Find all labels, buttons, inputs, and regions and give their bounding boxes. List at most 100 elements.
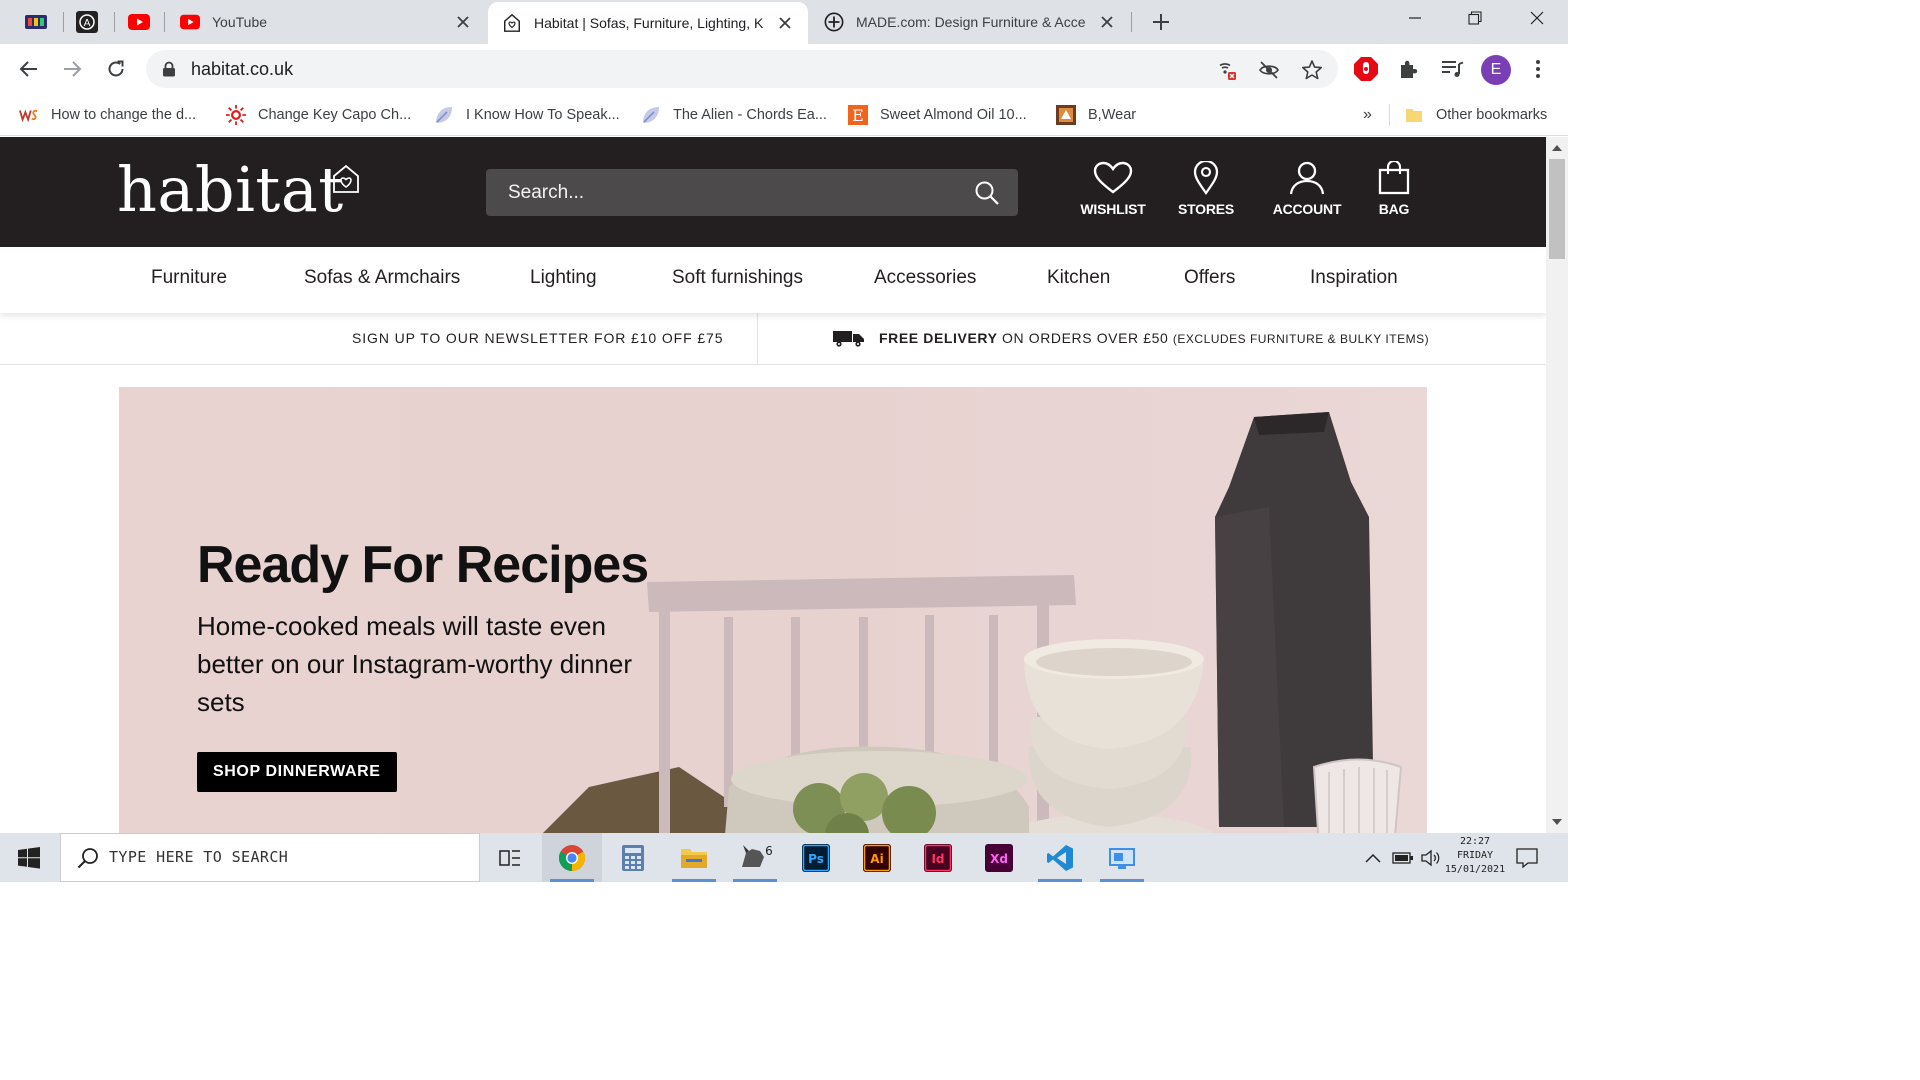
system-clock[interactable]: 22:27 FRIDAY 15/01/2021: [1440, 835, 1510, 877]
pinned-tab[interactable]: [119, 8, 159, 36]
xd-icon: Xd: [985, 843, 1013, 872]
cast-blocked-icon[interactable]: [1214, 58, 1238, 82]
site-search: [486, 169, 1018, 216]
etsy-e-icon: E: [848, 105, 868, 125]
bookmark-star-icon[interactable]: [1300, 58, 1324, 82]
nav-sofas-armchairs[interactable]: Sofas & Armchairs: [304, 267, 460, 289]
tab-strip: A YouTube Habitat | Sofas, Furniture, Li…: [0, 0, 1568, 44]
battery-status[interactable]: [1390, 845, 1416, 871]
newsletter-promo-link[interactable]: SIGN UP TO OUR NEWSLETTER FOR £10 OFF £7…: [352, 330, 723, 346]
taskbar-file-explorer[interactable]: [664, 833, 724, 882]
scroll-up-arrow-icon[interactable]: [1546, 139, 1568, 157]
task-view-icon: [499, 849, 520, 866]
nav-lighting[interactable]: Lighting: [530, 267, 597, 289]
nav-soft-furnishings[interactable]: Soft furnishings: [672, 267, 803, 289]
stores-link[interactable]: STORES: [1177, 161, 1235, 217]
chrome-menu-icon[interactable]: [1525, 56, 1551, 82]
bookmarks-bar: How to change the d... Change Key Capo C…: [0, 94, 1568, 136]
windows-taskbar: TYPE HERE TO SEARCH 6 Ps Ai Id Xd 22:27 …: [0, 833, 1568, 882]
nav-kitchen[interactable]: Kitchen: [1047, 267, 1110, 289]
taskbar-search-placeholder: TYPE HERE TO SEARCH: [109, 848, 289, 866]
nav-inspiration[interactable]: Inspiration: [1310, 267, 1398, 289]
pinned-tab[interactable]: [16, 8, 56, 36]
nav-furniture[interactable]: Furniture: [151, 267, 227, 289]
taskbar-rhino[interactable]: 6: [725, 833, 785, 882]
new-tab-button[interactable]: [1147, 8, 1175, 36]
task-view-button[interactable]: [480, 833, 540, 882]
media-queue-icon[interactable]: [1439, 56, 1465, 82]
ws-logo-icon: [19, 109, 38, 122]
tab-habitat[interactable]: Habitat | Sofas, Furniture, Lighting, K: [488, 2, 808, 44]
habitat-house-logo-icon: [333, 164, 359, 193]
minimize-button[interactable]: [1384, 0, 1446, 36]
address-bar[interactable]: habitat.co.uk: [146, 50, 1338, 88]
forward-button[interactable]: [56, 53, 88, 85]
indesign-icon: Id: [924, 843, 952, 872]
taskbar-xd[interactable]: Xd: [969, 833, 1029, 882]
bag-label: BAG: [1378, 201, 1410, 217]
svg-text:A: A: [84, 18, 91, 29]
bookmark-item[interactable]: Change Key Capo Ch...: [226, 102, 411, 128]
reload-button[interactable]: [100, 53, 132, 85]
action-center-button[interactable]: [1514, 845, 1540, 871]
search-input[interactable]: [486, 169, 966, 216]
profile-avatar[interactable]: E: [1481, 55, 1511, 85]
nav-offers[interactable]: Offers: [1184, 267, 1235, 289]
taskbar-illustrator[interactable]: Ai: [847, 833, 907, 882]
bookmark-item[interactable]: E Sweet Almond Oil 10...: [848, 102, 1027, 128]
account-link[interactable]: ACCOUNT: [1273, 161, 1341, 217]
taskbar-indesign[interactable]: Id: [908, 833, 968, 882]
close-tab-icon[interactable]: [454, 13, 472, 31]
taskbar-search[interactable]: TYPE HERE TO SEARCH: [60, 833, 480, 882]
notification-icon: [1516, 848, 1538, 868]
taskbar-chrome[interactable]: [542, 833, 602, 882]
taskbar-photoshop[interactable]: Ps: [786, 833, 846, 882]
delivery-text: ON ORDERS OVER £50: [997, 330, 1173, 346]
taskbar-vscode[interactable]: [1030, 833, 1090, 882]
scroll-down-arrow-icon[interactable]: [1546, 813, 1568, 831]
bookmarks-overflow-button[interactable]: »: [1363, 102, 1372, 128]
leaf-icon: [436, 107, 452, 123]
page-scrollbar[interactable]: [1546, 137, 1568, 833]
eye-off-icon[interactable]: [1257, 58, 1281, 82]
chrome-icon: [558, 844, 586, 871]
start-button[interactable]: [0, 833, 58, 882]
habitat-logo[interactable]: habitat: [117, 153, 344, 226]
taskbar-calculator[interactable]: [603, 833, 663, 882]
hero-banner[interactable]: Ready For Recipes Home-cooked meals will…: [119, 387, 1427, 833]
bookmark-item[interactable]: B,Wear: [1056, 102, 1136, 128]
youtube-icon: [180, 14, 200, 30]
restore-icon: [1468, 11, 1482, 25]
circle-a-logo-icon: A: [76, 11, 98, 33]
tab-made[interactable]: MADE.com: Design Furniture & Acce: [810, 0, 1130, 44]
person-icon: [1289, 161, 1325, 195]
bookmark-item[interactable]: How to change the d...: [19, 102, 196, 128]
scrollbar-thumb[interactable]: [1549, 159, 1565, 259]
pinned-tab[interactable]: A: [67, 8, 107, 36]
tray-overflow-button[interactable]: [1360, 845, 1386, 871]
back-button[interactable]: [13, 53, 45, 85]
restore-button[interactable]: [1444, 0, 1506, 36]
multicolor-app-icon: [25, 15, 47, 29]
wishlist-link[interactable]: WISHLIST: [1080, 161, 1146, 217]
close-tab-icon[interactable]: [776, 14, 794, 32]
nav-accessories[interactable]: Accessories: [874, 267, 976, 289]
other-bookmarks[interactable]: Other bookmarks: [1404, 102, 1547, 128]
bookmark-item[interactable]: The Alien - Chords Ea...: [641, 102, 827, 128]
tab-title: YouTube: [212, 14, 268, 30]
bag-link[interactable]: BAG: [1374, 161, 1414, 217]
close-window-button[interactable]: [1506, 0, 1568, 36]
tab-youtube[interactable]: YouTube: [166, 0, 486, 44]
close-tab-icon[interactable]: [1098, 13, 1116, 31]
taskbar-remote-desktop[interactable]: [1092, 833, 1152, 882]
habitat-house-icon: [504, 13, 520, 32]
bookmark-item[interactable]: I Know How To Speak...: [434, 102, 620, 128]
extensions-puzzle-icon[interactable]: [1396, 56, 1422, 82]
adblock-extension-icon[interactable]: [1353, 56, 1379, 82]
minimize-icon: [1409, 17, 1421, 19]
site-header: habitat WISHLIST STORES ACCOUNT BAG: [0, 137, 1546, 247]
delivery-promo[interactable]: FREE DELIVERY ON ORDERS OVER £50 (EXCLUD…: [879, 330, 1429, 346]
search-icon[interactable]: [974, 180, 1000, 206]
hero-title: Ready For Recipes: [197, 536, 649, 594]
shop-dinnerware-button[interactable]: SHOP DINNERWARE: [197, 752, 397, 792]
